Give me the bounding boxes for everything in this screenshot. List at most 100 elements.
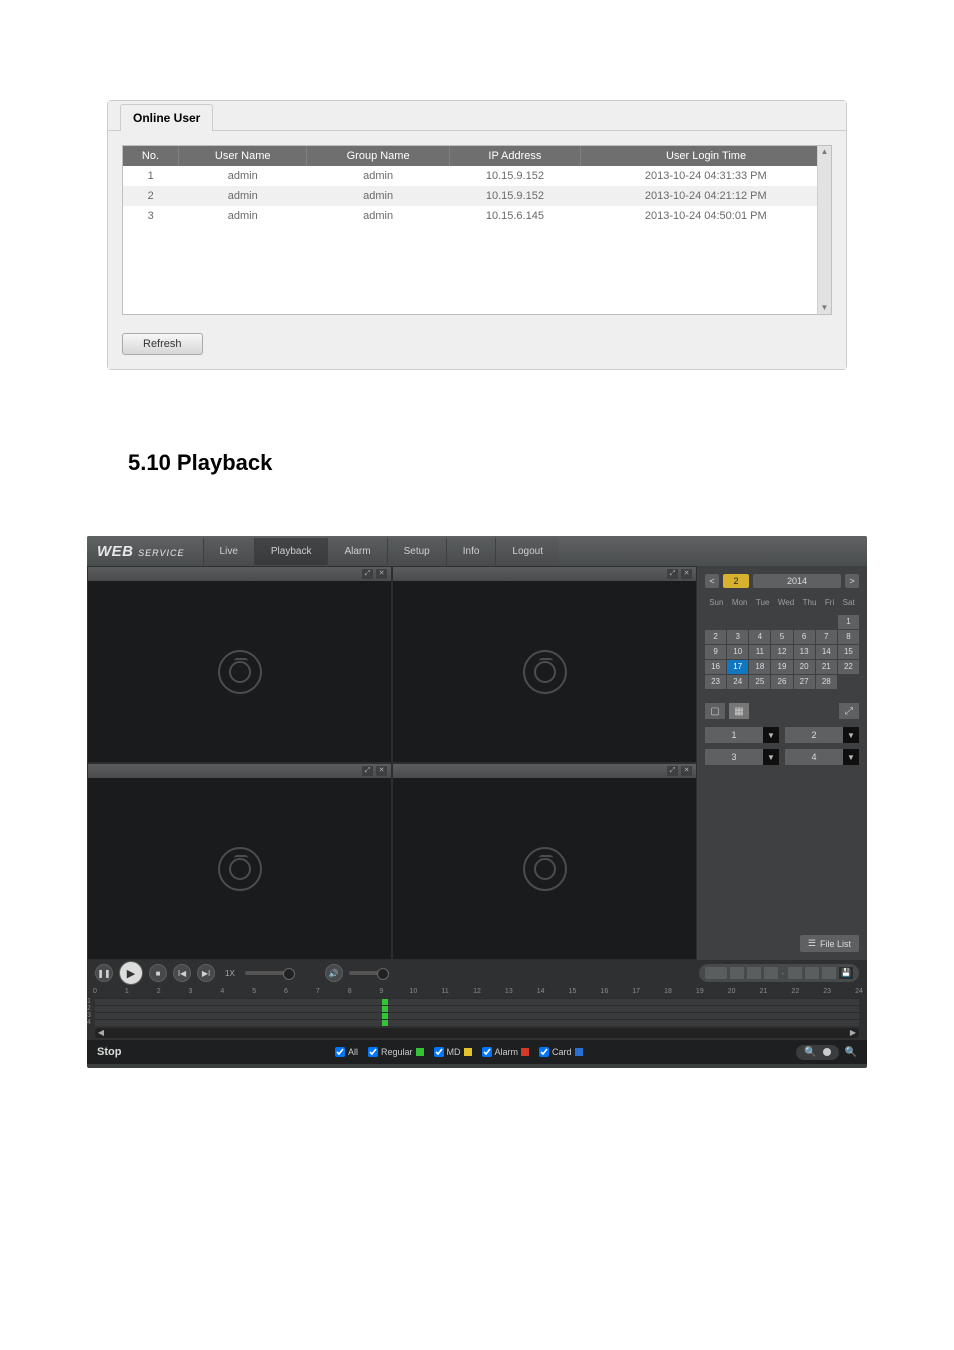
speed-slider[interactable] <box>245 971 295 975</box>
col-user-name[interactable]: User Name <box>178 146 307 166</box>
calendar-day[interactable]: 16 <box>705 660 726 674</box>
calendar-day[interactable]: 10 <box>727 645 748 659</box>
zoom-out-icon[interactable]: 🔍 <box>804 1047 816 1058</box>
chevron-down-icon[interactable]: ▼ <box>843 727 859 743</box>
download-button[interactable] <box>805 967 819 979</box>
table-row[interactable]: 2adminadmin10.15.9.1522013-10-24 04:21:1… <box>123 186 831 206</box>
table-row[interactable]: 3adminadmin10.15.6.1452013-10-24 04:50:0… <box>123 206 831 226</box>
scroll-up-icon[interactable]: ▲ <box>819 146 831 158</box>
timeline-rows[interactable]: 1234 <box>95 998 859 1026</box>
fullscreen-button[interactable]: ⤢ <box>839 703 859 719</box>
channel-select[interactable]: 3▼ <box>705 749 779 765</box>
clip-save-button[interactable] <box>764 967 778 979</box>
calendar-day[interactable]: 28 <box>816 675 837 689</box>
layout-1x1-button[interactable]: ▢ <box>705 703 725 719</box>
keyboard-icon[interactable] <box>705 967 727 979</box>
cell-close-icon[interactable]: ✕ <box>376 569 387 579</box>
legend-all[interactable]: All <box>335 1047 358 1057</box>
timeline-scroll-left-icon[interactable]: ◀ <box>95 1028 107 1038</box>
tab-online-user[interactable]: Online User <box>120 104 213 131</box>
cell-close-icon[interactable]: ✕ <box>681 569 692 579</box>
video-cell-4[interactable]: ⤢✕ <box>392 763 697 960</box>
scroll-down-icon[interactable]: ▼ <box>819 302 831 314</box>
calendar-day[interactable]: 4 <box>749 630 770 644</box>
chevron-down-icon[interactable]: ▼ <box>763 749 779 765</box>
calendar-day[interactable]: 26 <box>771 675 792 689</box>
timeline-row[interactable]: 4 <box>95 1019 859 1026</box>
calendar-day[interactable]: 2 <box>705 630 726 644</box>
timeline-scroll-right-icon[interactable]: ▶ <box>847 1028 859 1038</box>
calendar-day[interactable]: 21 <box>816 660 837 674</box>
zoom-slider[interactable]: 🔍 <box>796 1045 838 1060</box>
legend-checkbox[interactable] <box>434 1047 444 1057</box>
zoom-in-icon[interactable]: 🔍 <box>845 1047 857 1058</box>
timeline-row[interactable]: 1 <box>95 998 859 1005</box>
legend-alarm[interactable]: Alarm <box>482 1047 530 1057</box>
nav-setup[interactable]: Setup <box>387 538 446 565</box>
month-prev-button[interactable]: < <box>705 574 719 588</box>
next-frame-button[interactable]: ▶I <box>197 964 215 982</box>
legend-regular[interactable]: Regular <box>368 1047 424 1057</box>
col-login-time[interactable]: User Login Time <box>581 146 831 166</box>
chevron-down-icon[interactable]: ▼ <box>763 727 779 743</box>
calendar-month[interactable]: 2 <box>723 574 749 588</box>
snapshot-button[interactable] <box>788 967 802 979</box>
month-next-button[interactable]: > <box>845 574 859 588</box>
calendar-day[interactable]: 8 <box>838 630 859 644</box>
timeline-row[interactable]: 3 <box>95 1012 859 1019</box>
play-button[interactable]: ▶ <box>119 961 143 985</box>
zoom-handle[interactable] <box>823 1048 831 1056</box>
cell-close-icon[interactable]: ✕ <box>376 766 387 776</box>
calendar-day[interactable]: 24 <box>727 675 748 689</box>
legend-checkbox[interactable] <box>539 1047 549 1057</box>
volume-slider[interactable] <box>349 971 389 975</box>
calendar-day[interactable]: 27 <box>794 675 815 689</box>
col-group-name[interactable]: Group Name <box>307 146 449 166</box>
clip-start-button[interactable] <box>730 967 744 979</box>
save-icon[interactable]: 💾 <box>839 967 853 979</box>
calendar-day[interactable]: 5 <box>771 630 792 644</box>
timeline-record-mark[interactable] <box>382 1020 388 1026</box>
calendar-day[interactable]: 11 <box>749 645 770 659</box>
nav-info[interactable]: Info <box>446 538 496 565</box>
calendar-day[interactable]: 9 <box>705 645 726 659</box>
cell-zoom-icon[interactable]: ⤢ <box>362 766 373 776</box>
col-ip-address[interactable]: IP Address <box>449 146 580 166</box>
nav-playback[interactable]: Playback <box>254 538 328 565</box>
calendar-day[interactable]: 19 <box>771 660 792 674</box>
calendar-day[interactable]: 17 <box>727 660 748 674</box>
legend-checkbox[interactable] <box>368 1047 378 1057</box>
channel-select[interactable]: 4▼ <box>785 749 859 765</box>
legend-md[interactable]: MD <box>434 1047 472 1057</box>
refresh-button[interactable]: Refresh <box>122 333 203 355</box>
calendar-day[interactable]: 12 <box>771 645 792 659</box>
calendar-day[interactable]: 25 <box>749 675 770 689</box>
calendar-year[interactable]: 2014 <box>753 574 841 588</box>
calendar-day[interactable]: 14 <box>816 645 837 659</box>
calendar-day[interactable]: 1 <box>838 615 859 629</box>
prev-frame-button[interactable]: I◀ <box>173 964 191 982</box>
video-cell-1[interactable]: ⤢✕ <box>87 566 392 763</box>
calendar-day[interactable]: 7 <box>816 630 837 644</box>
legend-checkbox[interactable] <box>335 1047 345 1057</box>
table-row[interactable]: 1adminadmin10.15.9.1522013-10-24 04:31:3… <box>123 166 831 186</box>
col-no[interactable]: No. <box>123 146 178 166</box>
layout-2x2-button[interactable]: ▦ <box>729 703 749 719</box>
calendar-day[interactable]: 6 <box>794 630 815 644</box>
calendar-day[interactable]: 18 <box>749 660 770 674</box>
legend-card[interactable]: Card <box>539 1047 583 1057</box>
nav-live[interactable]: Live <box>203 538 254 565</box>
calendar-day[interactable]: 15 <box>838 645 859 659</box>
channel-select[interactable]: 2▼ <box>785 727 859 743</box>
stop-button[interactable]: ■ <box>149 964 167 982</box>
calendar-day[interactable]: 22 <box>838 660 859 674</box>
clip-end-button[interactable] <box>747 967 761 979</box>
legend-checkbox[interactable] <box>482 1047 492 1057</box>
cell-close-icon[interactable]: ✕ <box>681 766 692 776</box>
calendar-day[interactable]: 23 <box>705 675 726 689</box>
file-list-button[interactable]: ☰ File List <box>800 935 859 952</box>
timeline-scrollbar[interactable]: ◀ ▶ <box>95 1028 859 1038</box>
video-cell-2[interactable]: ⤢✕ <box>392 566 697 763</box>
volume-button[interactable]: 🔊 <box>325 964 343 982</box>
calendar-day[interactable]: 13 <box>794 645 815 659</box>
